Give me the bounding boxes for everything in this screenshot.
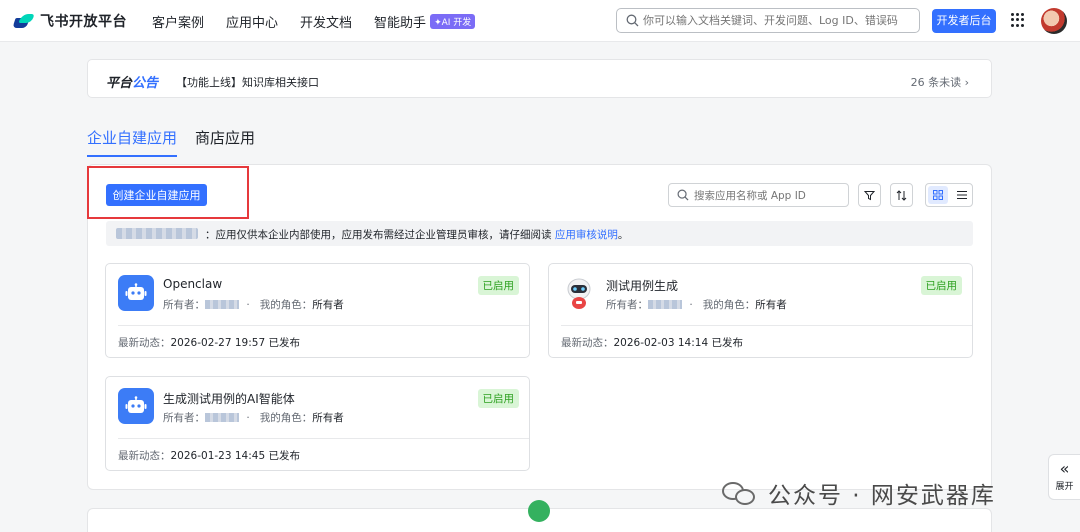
announcement-bar[interactable]: 平台公告 【功能上线】知识库相关接口 26 条未读 › <box>87 59 992 98</box>
top-header: 飞书开放平台 客户案例 应用中心 开发文档 智能助手✦AI 开发 开发者后台 <box>0 0 1080 42</box>
card-divider <box>118 438 529 439</box>
robot-bot-icon <box>118 388 154 424</box>
brand-watermark-text: 公众号 · 网安武器库 <box>768 483 996 509</box>
app-type-tabs: 企业自建应用 商店应用 <box>87 127 273 157</box>
role-label: 我的角色： <box>702 299 756 311</box>
sort-icon <box>896 189 907 201</box>
role-value: 所有者 <box>312 299 344 311</box>
redacted-org-name <box>116 228 198 239</box>
global-search-input[interactable] <box>643 12 913 29</box>
main-nav: 客户案例 应用中心 开发文档 智能助手 ✦AI 开发 <box>152 12 497 31</box>
nav-item-dev-docs[interactable]: 开发文档 <box>300 12 352 31</box>
activity-label: 最新动态： <box>561 337 614 349</box>
app-card-openclaw[interactable]: Openclaw 已启用 所有者： · 我的角色：所有者 最新动态：2026-0… <box>105 263 530 358</box>
role-label: 我的角色： <box>259 299 313 311</box>
logo-text: 飞书开放平台 <box>40 14 127 30</box>
create-enterprise-app-button[interactable]: 创建企业自建应用 <box>106 184 207 206</box>
list-view-icon <box>957 191 967 199</box>
activity-value: 2026-01-23 14:45 已发布 <box>170 450 300 462</box>
expand-label: 展开 <box>1055 482 1074 492</box>
owner-label: 所有者： <box>606 299 648 311</box>
activity-label: 最新动态： <box>118 450 171 462</box>
status-dot <box>528 500 550 522</box>
app-grid-icon[interactable] <box>1011 13 1025 27</box>
info-notice-suffix: 。 <box>617 229 629 241</box>
search-icon <box>626 14 639 27</box>
card-divider <box>561 325 972 326</box>
filter-icon <box>864 190 875 200</box>
nav-item-ai-assistant[interactable]: 智能助手 ✦AI 开发 <box>374 12 476 31</box>
double-chevron-left-icon: « <box>1059 459 1070 478</box>
unread-count-link[interactable]: 26 条未读 › <box>911 74 969 90</box>
view-toggle <box>925 183 973 207</box>
expand-side-button[interactable]: « 展开 <box>1048 454 1080 500</box>
app-search[interactable] <box>668 183 849 207</box>
robot-mascot-icon <box>561 275 597 311</box>
activity-value: 2026-02-03 14:14 已发布 <box>613 337 743 349</box>
app-card-test-case-gen[interactable]: 测试用例生成 已启用 所有者： · 我的角色：所有者 最新动态：2026-02-… <box>548 263 973 358</box>
role-value: 所有者 <box>755 299 787 311</box>
app-meta: 所有者： · 我的角色：所有者 <box>606 299 787 311</box>
list-view-button[interactable] <box>952 186 972 204</box>
review-guide-link[interactable]: 应用审核说明 <box>555 229 618 241</box>
status-badge: 已启用 <box>477 276 519 295</box>
app-meta: 所有者： · 我的角色：所有者 <box>163 412 344 424</box>
owner-label: 所有者： <box>163 412 205 424</box>
user-avatar[interactable] <box>1041 8 1067 34</box>
app-activity: 最新动态：2026-02-27 19:57 已发布 <box>118 335 300 350</box>
developer-console-button[interactable]: 开发者后台 <box>932 9 996 33</box>
activity-value: 2026-02-27 19:57 已发布 <box>170 337 300 349</box>
nav-item-ai-assistant-label: 智能助手 <box>374 16 427 31</box>
status-badge: 已启用 <box>920 276 962 295</box>
app-name[interactable]: 生成测试用例的AI智能体 <box>163 390 295 407</box>
app-activity: 最新动态：2026-01-23 14:45 已发布 <box>118 448 300 463</box>
owner-label: 所有者： <box>163 299 205 311</box>
announcement-tag-prefix: 平台 <box>106 76 133 91</box>
secondary-panel <box>87 500 992 532</box>
info-notice: ：应用仅供本企业内部使用，应用发布需经过企业管理员审核，请仔细阅读 应用审核说明… <box>106 221 973 246</box>
filter-button[interactable] <box>858 183 881 207</box>
feishu-logo[interactable]: 飞书开放平台 <box>12 11 127 31</box>
grid-view-button[interactable] <box>928 186 948 204</box>
info-notice-text: ：应用仅供本企业内部使用，应用发布需经过企业管理员审核，请仔细阅读 应用审核说明… <box>205 227 628 242</box>
wechat-icon <box>722 480 758 506</box>
app-card-ai-agent[interactable]: 生成测试用例的AI智能体 已启用 所有者： · 我的角色：所有者 最新动态：20… <box>105 376 530 471</box>
activity-label: 最新动态： <box>118 337 171 349</box>
role-label: 我的角色： <box>259 412 313 424</box>
app-search-input[interactable] <box>694 187 844 204</box>
app-name[interactable]: 测试用例生成 <box>606 277 678 294</box>
ai-dev-badge: ✦AI 开发 <box>430 14 476 29</box>
announcement-tag: 平台公告 <box>106 72 158 91</box>
tab-store-apps[interactable]: 商店应用 <box>195 127 255 157</box>
sort-button[interactable] <box>890 183 913 207</box>
feishu-logo-icon <box>12 12 35 30</box>
app-activity: 最新动态：2026-02-03 14:14 已发布 <box>561 335 743 350</box>
announcement-message[interactable]: 【功能上线】知识库相关接口 <box>176 74 319 90</box>
info-notice-body: ：应用仅供本企业内部使用，应用发布需经过企业管理员审核，请仔细阅读 <box>205 229 555 241</box>
tab-enterprise-apps[interactable]: 企业自建应用 <box>87 127 178 157</box>
nav-item-customer-cases[interactable]: 客户案例 <box>152 12 204 31</box>
redacted-owner <box>205 413 239 422</box>
app-meta: 所有者： · 我的角色：所有者 <box>163 299 344 311</box>
nav-item-app-center[interactable]: 应用中心 <box>226 12 278 31</box>
wechat-brand-watermark: 公众号 · 网安武器库 <box>722 476 996 510</box>
grid-view-icon <box>933 190 943 200</box>
redacted-owner <box>205 300 239 309</box>
redacted-owner <box>648 300 682 309</box>
card-divider <box>118 325 529 326</box>
announcement-tag-highlight: 公告 <box>132 76 159 91</box>
status-badge: 已启用 <box>477 389 519 408</box>
search-icon <box>677 189 689 201</box>
app-name[interactable]: Openclaw <box>163 277 222 291</box>
global-search[interactable] <box>616 8 920 33</box>
robot-bot-icon <box>118 275 154 311</box>
role-value: 所有者 <box>312 412 344 424</box>
